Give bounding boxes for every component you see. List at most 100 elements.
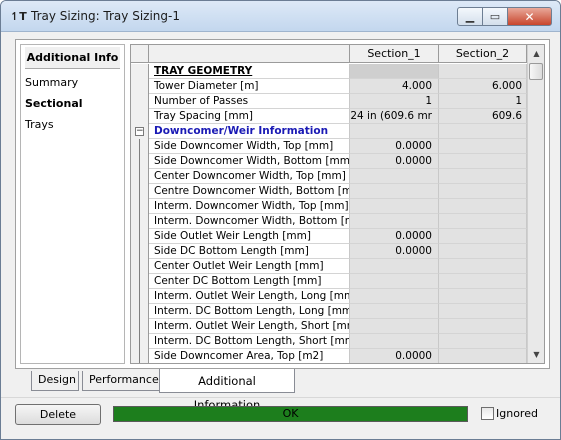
tree-line [139,259,140,274]
cell-section-1[interactable]: 0.0000 [350,139,439,154]
cell-section-1[interactable] [350,169,439,184]
row-label: Side Outlet Weir Length [mm] [149,229,350,244]
sidebar: Additional Info Summary Sectional Trays [20,44,125,364]
cell-section-1[interactable]: 0.0000 [350,349,439,363]
cell-section-2[interactable]: 1 [439,94,527,109]
row-label: Side Downcomer Width, Top [mm] [149,139,350,154]
cell-section-1[interactable] [350,184,439,199]
collapse-icon[interactable]: − [135,127,144,136]
row-gutter [131,64,149,79]
cell-section-2[interactable] [439,304,527,319]
row-gutter [131,109,149,124]
row-gutter [131,94,149,109]
row-label: Center Downcomer Width, Top [mm] [149,169,350,184]
tab-performance[interactable]: Performance [82,371,160,391]
cell-section-1[interactable] [350,259,439,274]
cell-section-1[interactable] [350,289,439,304]
app-icon: ↿T [10,10,27,23]
cell-section-2[interactable]: 6.000 [439,79,527,94]
vertical-scrollbar[interactable]: ▲ ▼ [527,45,544,363]
cell-section-2[interactable] [439,199,527,214]
row-label: Center DC Bottom Length [mm] [149,274,350,289]
scroll-down-arrow-icon[interactable]: ▼ [528,346,544,363]
status-bar: OK [113,406,468,422]
cell-section-2[interactable] [439,154,527,169]
row-gutter [131,184,149,199]
footer-divider [1,397,560,398]
tab-design[interactable]: Design [31,371,79,391]
title-bar[interactable]: ↿T Tray Sizing: Tray Sizing-1 ▁ ▭ ✕ [1,1,560,32]
tree-line [139,244,140,259]
ignored-checkbox[interactable] [481,407,494,420]
table-row: Side Downcomer Width, Top [mm] 0.0000 [131,139,527,154]
table-row: Center DC Bottom Length [mm] [131,274,527,289]
tree-line [139,229,140,244]
window-title: Tray Sizing: Tray Sizing-1 [31,9,180,23]
row-gutter [131,334,149,349]
cell-section-1[interactable] [350,274,439,289]
cell-section-1[interactable]: 0.0000 [350,229,439,244]
cell-section-1[interactable] [350,214,439,229]
cell-section-1 [350,64,439,79]
table-row: Side Outlet Weir Length [mm] 0.0000 [131,229,527,244]
cell-section-2[interactable] [439,259,527,274]
cell-section-1[interactable]: 24 in (609.6 mr [350,109,439,124]
row-gutter [131,304,149,319]
sidebar-header: Additional Info [25,47,120,69]
cell-section-2[interactable] [439,289,527,304]
tree-line [139,349,140,363]
cell-section-2[interactable] [439,274,527,289]
table-row: Interm. DC Bottom Length, Short [mm] [131,334,527,349]
table-heading-row: TRAY GEOMETRY [131,64,527,79]
cell-section-2[interactable] [439,244,527,259]
cell-section-2[interactable] [439,229,527,244]
cell-section-1[interactable]: 0.0000 [350,244,439,259]
tree-line [139,274,140,289]
row-label: Tray Spacing [mm] [149,109,350,124]
cell-section-1[interactable] [350,319,439,334]
column-header-section-2[interactable]: Section_2 [439,45,527,63]
delete-button[interactable]: Delete [15,404,101,425]
row-label: Side Downcomer Area, Top [m2] [149,349,350,363]
sidebar-item-sectional[interactable]: Sectional [25,95,120,113]
row-gutter [131,79,149,94]
tab-additional-information[interactable]: Additional Information [159,369,295,412]
cell-section-1[interactable] [350,334,439,349]
scroll-thumb[interactable] [529,63,543,80]
row-label: Interm. DC Bottom Length, Short [mm] [149,334,350,349]
minimize-button[interactable]: ▁ [457,7,483,26]
scroll-up-arrow-icon[interactable]: ▲ [528,45,544,62]
cell-section-1[interactable]: 4.000 [350,79,439,94]
sidebar-item-trays[interactable]: Trays [25,116,120,134]
table-row: Interm. DC Bottom Length, Long [mm] [131,304,527,319]
content-panel: Additional Info Summary Sectional Trays … [15,39,550,369]
ignored-label: Ignored [496,407,538,420]
row-label: Center Outlet Weir Length [mm] [149,259,350,274]
cell-section-2[interactable] [439,139,527,154]
tree-line [139,214,140,229]
cell-section-2[interactable] [439,319,527,334]
maximize-button[interactable]: ▭ [482,7,508,26]
cell-section-2[interactable] [439,214,527,229]
close-button[interactable]: ✕ [507,7,552,26]
row-label: Number of Passes [149,94,350,109]
cell-section-2[interactable]: 609.6 [439,109,527,124]
cell-section-2[interactable] [439,349,527,363]
row-gutter [131,199,149,214]
table-row: Tray Spacing [mm] 24 in (609.6 mr 609.6 [131,109,527,124]
column-header-section-1[interactable]: Section_1 [350,45,439,63]
sidebar-item-summary[interactable]: Summary [25,74,120,92]
row-gutter [131,289,149,304]
cell-section-2[interactable] [439,184,527,199]
cell-section-2[interactable] [439,169,527,184]
cell-section-1[interactable] [350,304,439,319]
row-label: Side Downcomer Width, Bottom [mm] [149,154,350,169]
cell-section-1[interactable]: 1 [350,94,439,109]
table-row: Interm. Outlet Weir Length, Short [mm [131,319,527,334]
row-label: Side DC Bottom Length [mm] [149,244,350,259]
cell-section-1[interactable] [350,199,439,214]
table-row: Interm. Downcomer Width, Top [mm] [131,199,527,214]
grid-name-header [149,45,350,63]
cell-section-1[interactable]: 0.0000 [350,154,439,169]
cell-section-2[interactable] [439,334,527,349]
